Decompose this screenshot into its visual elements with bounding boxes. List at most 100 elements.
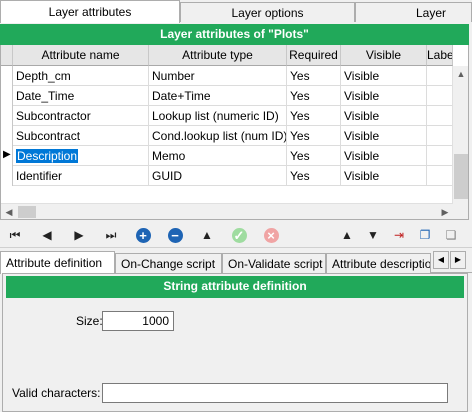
col-header-required[interactable]: Required xyxy=(287,45,341,66)
tab-on-change-script[interactable]: On-Change script xyxy=(115,253,222,273)
cell-text: Date+Time xyxy=(152,89,211,103)
col-header-label[interactable]: Label xyxy=(427,45,453,66)
table-row[interactable]: Subcontractor Lookup list (numeric ID) Yes… xyxy=(1,106,453,126)
tab-layer-attributes[interactable]: Layer attributes xyxy=(0,0,180,23)
scroll-left-icon[interactable]: ◀ xyxy=(1,204,17,219)
col-header-attribute-type[interactable]: Attribute type xyxy=(149,45,287,66)
tab-scroll-right-icon[interactable]: ▶ xyxy=(450,251,466,269)
add-record-icon[interactable]: + xyxy=(134,226,152,244)
size-input[interactable]: 1000 xyxy=(102,311,174,331)
cancel-record-icon[interactable]: × xyxy=(262,226,280,244)
cell-name[interactable]: Description xyxy=(13,146,149,166)
scroll-down-icon[interactable]: ▼ xyxy=(453,217,468,219)
valid-characters-label: Valid characters: xyxy=(12,386,101,400)
next-record-icon[interactable]: ▶ xyxy=(70,226,88,244)
row-indicator xyxy=(1,166,13,186)
cell-visible[interactable]: Visible xyxy=(341,106,427,126)
cell-required[interactable]: Yes xyxy=(287,146,341,166)
cell-label[interactable] xyxy=(427,146,453,166)
cell-type[interactable]: Memo xyxy=(149,146,287,166)
cell-required[interactable]: Yes xyxy=(287,126,341,146)
cell-required[interactable]: Yes xyxy=(287,86,341,106)
tab-layer-options[interactable]: Layer options xyxy=(180,2,355,22)
vertical-scroll-thumb[interactable] xyxy=(454,154,468,199)
valid-characters-input[interactable] xyxy=(102,383,448,403)
edit-record-icon[interactable]: ▲ xyxy=(198,226,216,244)
cell-label[interactable] xyxy=(427,166,453,186)
row-indicator xyxy=(1,66,13,86)
cell-text: Yes xyxy=(290,129,310,143)
cell-label[interactable] xyxy=(427,126,453,146)
prev-record-icon[interactable]: ◀ xyxy=(38,226,56,244)
last-record-icon[interactable]: ⏭ xyxy=(102,226,120,244)
cell-visible[interactable]: Visible xyxy=(341,166,427,186)
row-indicator xyxy=(1,106,13,126)
section-title: String attribute definition xyxy=(6,276,464,298)
delete-record-icon[interactable]: − xyxy=(166,226,184,244)
vertical-scrollbar[interactable]: ▲ ▼ xyxy=(452,66,468,219)
cell-name[interactable]: Subcontract xyxy=(13,126,149,146)
cell-visible[interactable]: Visible xyxy=(341,66,427,86)
cell-type[interactable]: Cond.lookup list (num ID) xyxy=(149,126,287,146)
cell-text: Visible xyxy=(344,89,380,103)
post-record-icon[interactable]: ✓ xyxy=(230,226,248,244)
cell-text: Memo xyxy=(152,149,186,163)
cell-visible[interactable]: Visible xyxy=(341,146,427,166)
row-indicator xyxy=(1,126,13,146)
cell-visible[interactable]: Visible xyxy=(341,126,427,146)
tab-attribute-description[interactable]: Attribute description xyxy=(326,253,431,273)
cell-type[interactable]: GUID xyxy=(149,166,287,186)
cell-text: Description xyxy=(16,149,79,163)
cell-required[interactable]: Yes xyxy=(287,166,341,186)
cell-type[interactable]: Lookup list (numeric ID) xyxy=(149,106,287,126)
table-row[interactable]: Subcontract Cond.lookup list (num ID) Yes V… xyxy=(1,126,453,146)
table-row[interactable]: Depth_cm Number Yes Visible xyxy=(1,66,453,86)
row-indicator: ▶ xyxy=(1,146,13,166)
attributes-grid: Attribute name Attribute type Required V… xyxy=(0,45,469,220)
cell-name[interactable]: Subcontractor xyxy=(13,106,149,126)
cell-required[interactable]: Yes xyxy=(287,106,341,126)
scroll-right-icon[interactable]: ▶ xyxy=(437,204,453,219)
first-record-icon[interactable]: ⏮ xyxy=(6,226,24,244)
current-row-icon: ▶ xyxy=(3,149,11,160)
tab-on-validate-script[interactable]: On-Validate script xyxy=(222,253,326,273)
indicator-header xyxy=(1,45,13,66)
cell-required[interactable]: Yes xyxy=(287,66,341,86)
cell-visible[interactable]: Visible xyxy=(341,86,427,106)
copy-icon[interactable]: ❐ xyxy=(416,226,434,244)
cell-text: Number xyxy=(152,69,195,83)
grid-title: Layer attributes of "Plots" xyxy=(0,24,469,46)
table-row[interactable]: Identifier GUID Yes Visible xyxy=(1,166,453,186)
cell-name[interactable]: Date_Time xyxy=(13,86,149,106)
move-down-icon[interactable]: ▼ xyxy=(364,226,382,244)
definition-tab-bar: Attribute definition On-Change script On… xyxy=(0,251,472,274)
attribute-definition-panel: String attribute definition Size: 1000 V… xyxy=(2,273,468,412)
cell-label[interactable] xyxy=(427,66,453,86)
horizontal-scroll-thumb[interactable] xyxy=(18,206,36,218)
col-header-visible[interactable]: Visible xyxy=(341,45,427,66)
cell-text: Subcontract xyxy=(16,129,81,143)
cell-text: Visible xyxy=(344,109,380,123)
import-icon[interactable]: ⇥ xyxy=(390,226,408,244)
horizontal-scrollbar[interactable]: ◀ ▶ xyxy=(1,203,453,219)
col-header-attribute-name[interactable]: Attribute name xyxy=(13,45,149,66)
paste-icon[interactable]: ❏ xyxy=(442,226,460,244)
cell-label[interactable] xyxy=(427,86,453,106)
tab-attribute-definition[interactable]: Attribute definition xyxy=(0,251,115,274)
cell-text: Yes xyxy=(290,149,310,163)
cell-text: Visible xyxy=(344,129,380,143)
cell-text: Date_Time xyxy=(16,89,75,103)
cell-name[interactable]: Identifier xyxy=(13,166,149,186)
tab-layer-cut[interactable]: Layer xyxy=(355,2,472,22)
cell-type[interactable]: Number xyxy=(149,66,287,86)
cell-name[interactable]: Depth_cm xyxy=(13,66,149,86)
cell-text: Yes xyxy=(290,109,310,123)
cell-type[interactable]: Date+Time xyxy=(149,86,287,106)
move-up-icon[interactable]: ▲ xyxy=(338,226,356,244)
tab-scroll-left-icon[interactable]: ◀ xyxy=(433,251,449,269)
scroll-up-icon[interactable]: ▲ xyxy=(453,66,468,82)
cell-label[interactable] xyxy=(427,106,453,126)
cell-text: Lookup list (numeric ID) xyxy=(152,109,279,123)
table-row[interactable]: ▶ Description Memo Yes Visible xyxy=(1,146,453,166)
table-row[interactable]: Date_Time Date+Time Yes Visible xyxy=(1,86,453,106)
